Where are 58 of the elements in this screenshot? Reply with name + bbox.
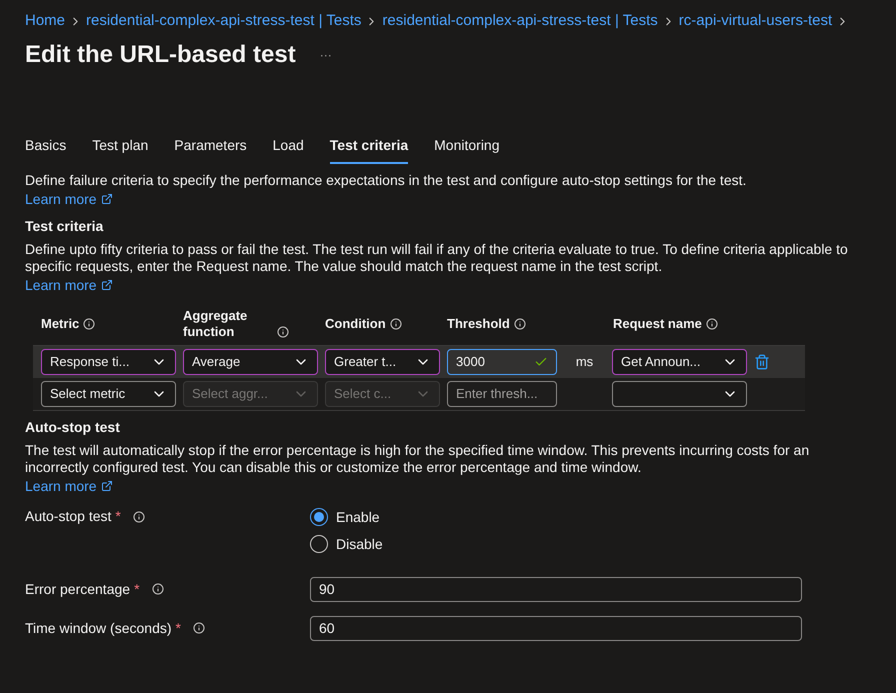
- section-heading: Auto-stop test: [25, 418, 121, 437]
- breadcrumb-link[interactable]: residential-complex-api-stress-test | Tests: [382, 10, 658, 32]
- section-heading: Test criteria: [25, 216, 104, 236]
- more-button[interactable]: ···: [320, 46, 332, 64]
- radio-option[interactable]: Enable: [310, 506, 383, 528]
- input-field[interactable]: 60: [310, 616, 802, 640]
- info-icon: [706, 318, 718, 330]
- required-mark: *: [134, 580, 140, 598]
- tab[interactable]: Test criteria: [330, 134, 408, 164]
- tab[interactable]: Monitoring: [434, 134, 500, 164]
- threshold-field[interactable]: 3000: [447, 348, 557, 374]
- breadcrumb-link[interactable]: rc-api-virtual-users-test: [678, 10, 832, 32]
- column-header: Threshold: [447, 316, 510, 332]
- external-link-icon: [100, 480, 113, 492]
- tab[interactable]: Load: [272, 134, 304, 164]
- threshold-field[interactable]: Enter thresh...: [447, 380, 557, 406]
- tab[interactable]: Test plan: [92, 134, 148, 164]
- field-label: Auto-stop test: [25, 507, 112, 526]
- radio-option[interactable]: Disable: [310, 534, 383, 554]
- required-mark: *: [176, 618, 181, 638]
- dropdown[interactable]: Get Announ...: [612, 348, 747, 374]
- dropdown[interactable]: Response ti...: [41, 348, 176, 374]
- field-label: Error percentage: [25, 580, 130, 599]
- radio-button[interactable]: [310, 535, 328, 553]
- info-icon: [390, 318, 402, 330]
- info-icon: [192, 622, 205, 634]
- learn-more-link[interactable]: Learn more: [25, 188, 113, 210]
- info-icon: [514, 318, 526, 330]
- page-title: Edit the URL-based test: [25, 40, 296, 70]
- breadcrumb-link[interactable]: residential-complex-api-stress-test | Tests: [86, 10, 362, 32]
- dropdown[interactable]: Greater t...: [325, 348, 440, 374]
- intro-text: Define failure criteria to specify the performance expectations in the test and configure auto-stop settings for the test.: [25, 172, 748, 188]
- dropdown[interactable]: [612, 380, 747, 406]
- required-mark: *: [115, 507, 121, 526]
- external-link-icon: [100, 193, 113, 205]
- tab[interactable]: Basics: [25, 134, 66, 164]
- input-field[interactable]: 90: [310, 576, 802, 602]
- external-link-icon: [100, 279, 113, 291]
- info-icon: [132, 510, 145, 522]
- column-header: Metric: [41, 316, 80, 332]
- learn-more-link[interactable]: Learn more: [25, 274, 113, 296]
- unit-label: ms: [576, 352, 594, 371]
- tab[interactable]: Parameters: [174, 134, 247, 164]
- column-header: Condition: [325, 316, 386, 332]
- info-icon: [83, 318, 96, 330]
- dropdown[interactable]: Average: [183, 348, 318, 374]
- column-header: Request name: [613, 316, 702, 332]
- column-header: Aggregate function: [183, 308, 248, 340]
- info-icon: [277, 326, 289, 338]
- learn-more-link[interactable]: Learn more: [25, 476, 113, 496]
- dropdown[interactable]: Select metric: [41, 380, 176, 406]
- info-icon: [152, 583, 164, 595]
- breadcrumb-link[interactable]: Home: [25, 10, 66, 32]
- field-label: Time window (seconds): [25, 618, 172, 638]
- autostop-text: The test will automatically stop if the error percentage is high for the specified time window. This prevents incurring costs for an incorrectly configured test. You can disable this or customize the error percentage and time window.: [25, 442, 810, 476]
- criteria-text: Define upto fifty criteria to pass or fail the test. The test run will fail if any of the criteria evaluate to true. To define criteria applicable to specific requests, enter the Request name. The value should match the request name in the test script.: [25, 240, 849, 274]
- radio-button[interactable]: [310, 508, 328, 526]
- delete-button[interactable]: [754, 354, 770, 370]
